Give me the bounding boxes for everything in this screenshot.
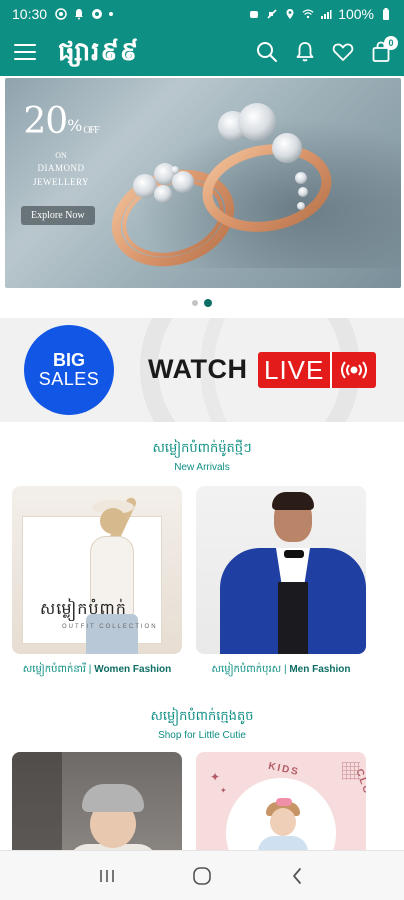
app-bar-actions: 0 [254,36,398,65]
back-icon[interactable] [277,861,317,891]
heart-icon[interactable] [330,39,356,65]
section-title-km: សម្លៀកបំពាក់ម៉ូតថ្មីៗ [152,441,252,456]
category-card-men-fashion[interactable] [196,486,366,654]
bell-notification-icon [75,9,84,20]
status-notification-icons [55,8,114,20]
section-title-en: Shop for Little Cutie [158,730,246,741]
watch-text: WATCH [148,354,248,384]
live-badge: LIVE [258,352,377,388]
child-face [270,808,296,836]
kids-heading: សម្លៀកបំពាក់ក្មេងតូច Shop for Little Cut… [0,708,404,741]
men-fashion-label[interactable]: សម្លៀកបំពាក់បុរស | Men Fashion [196,662,366,677]
location-icon [286,9,294,19]
big-sales-badge: BIG SALES [24,325,114,415]
carousel-indicator [0,299,404,307]
system-navigation-bar [0,850,404,900]
on-text: ON [55,151,67,160]
carousel-dot-active[interactable] [204,299,212,307]
big-sales-watch-live-banner[interactable]: BIG SALES WATCH LIVE [0,318,404,422]
section-title-en: New Arrivals [174,462,230,473]
section-title-km: សម្លៀកបំពាក់ក្មេងតូច [150,709,254,724]
app-screen: 10:30 100% ផ្សារ៩៩ 0 20% OFF ON DIAMOND … [0,0,404,900]
women-fashion-label[interactable]: សម្លៀកបំពាក់នារី | Women Fashion [12,662,182,677]
battery-level: 100% [338,6,374,22]
outfit-subtitle: OUTFIT COLLECTION [62,624,158,630]
discount-value: 20% OFF [23,101,99,142]
model-hair [272,492,314,510]
new-arrivals-heading: សម្លៀកបំពាក់ម៉ូតថ្មីៗ New Arrivals [0,440,404,473]
category-card-women-fashion[interactable]: សម្លៀកបំពាក់ OUTFIT COLLECTION [12,486,182,654]
app-notification-icon [92,9,103,19]
model-vest [278,582,308,654]
status-bar: 10:30 100% [0,0,404,28]
sparkle-icon: ✦ [220,786,227,795]
chat-notification-icon [55,8,67,20]
hero-banner-diamond-jewellery[interactable]: 20% OFF ON DIAMOND JEWELLERY Explore Now [5,78,401,288]
more-notifications-dot [109,12,114,16]
decorative-grid [342,762,360,780]
battery-icon [383,8,389,20]
outfit-title: សម្លៀកបំពាក់ [40,599,127,618]
signal-icon [321,10,332,19]
bell-icon[interactable] [292,39,318,65]
explore-now-button[interactable]: Explore Now [21,206,95,225]
model-bowtie [284,550,304,558]
alarm-icon [250,11,259,18]
hero-promo-text: 20% OFF ON DIAMOND JEWELLERY [21,104,101,188]
app-bar: ផ្សារ៩៩ 0 [0,28,404,76]
search-icon[interactable] [254,39,280,65]
shopping-bag-icon[interactable]: 0 [368,36,398,65]
child-bow [276,798,292,806]
cart-count-badge: 0 [384,36,398,50]
broadcast-icon [330,352,377,388]
wifi-icon [302,9,314,19]
carousel-dot[interactable] [192,300,198,306]
jewellery-text: JEWELLERY [33,177,89,187]
child-cap [82,784,144,812]
live-text: LIVE [258,352,331,388]
brand-logo[interactable]: ផ្សារ៩៩ [58,39,139,65]
status-system-icons: 100% [248,6,392,22]
hamburger-icon[interactable] [14,44,36,60]
model-head [100,508,126,534]
home-icon[interactable] [182,861,222,891]
mute-icon [267,9,277,19]
status-time: 10:30 [12,6,48,22]
sparkle-icon: ✦ [210,770,221,784]
diamond-text: DIAMOND [37,163,85,173]
recent-apps-icon[interactable] [87,861,127,891]
kids-text: KIDS [267,760,301,779]
